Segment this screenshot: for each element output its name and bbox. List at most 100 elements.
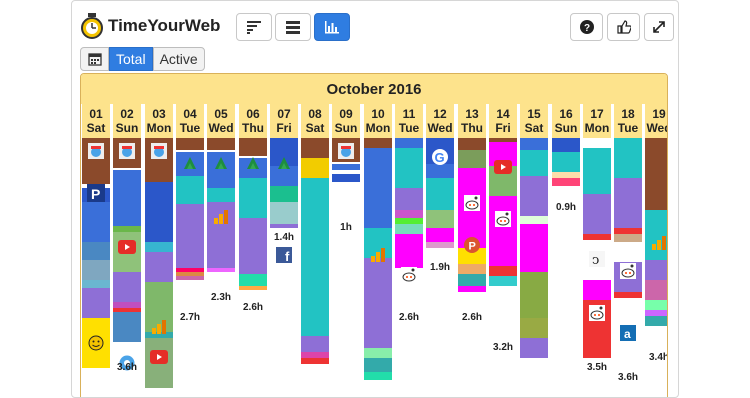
site-segment[interactable] [395,210,423,218]
usage-bar[interactable] [489,138,517,338]
site-segment[interactable] [82,260,110,280]
usage-bar[interactable] [301,138,329,378]
site-segment[interactable] [332,182,360,218]
site-segment[interactable] [583,194,611,234]
site-segment[interactable] [552,152,580,172]
site-segment[interactable] [583,280,611,300]
site-segment[interactable] [239,290,267,298]
usage-bar[interactable]: f [270,138,298,263]
site-segment[interactable] [520,260,548,272]
site-segment[interactable] [239,178,267,218]
site-segment[interactable] [489,266,517,276]
site-segment[interactable] [113,272,141,302]
site-segment[interactable] [364,372,392,380]
site-segment[interactable] [645,138,667,210]
usage-bar[interactable] [520,138,548,358]
site-segment[interactable] [364,138,392,148]
site-segment[interactable] [301,336,329,352]
site-segment[interactable] [520,272,548,298]
site-segment[interactable] [426,164,454,178]
site-segment[interactable] [82,242,110,260]
usage-bar[interactable]: P [458,138,486,308]
site-segment[interactable] [332,174,360,182]
site-segment[interactable] [458,138,486,150]
site-segment[interactable] [614,178,642,228]
site-segment[interactable] [301,138,329,158]
usage-bar[interactable] [645,138,667,348]
site-segment[interactable] [82,280,110,288]
expand-button[interactable] [644,13,674,41]
usage-bar[interactable] [552,138,580,198]
site-segment[interactable] [176,176,204,204]
site-segment[interactable] [113,170,141,226]
usage-bar[interactable] [145,138,173,388]
usage-bar[interactable] [207,138,235,288]
site-segment[interactable] [614,242,642,262]
site-segment[interactable] [301,364,329,378]
site-segment[interactable] [364,358,392,372]
site-segment[interactable] [614,234,642,242]
site-segment[interactable] [458,264,486,274]
site-segment[interactable] [145,252,173,282]
usage-bar[interactable] [113,138,141,371]
usage-bar[interactable] [395,138,423,308]
site-segment[interactable] [458,150,486,168]
site-segment[interactable] [301,178,329,336]
site-segment[interactable] [270,202,298,224]
usage-bar[interactable]: P [82,138,110,368]
usage-bar[interactable] [332,138,360,218]
site-segment[interactable] [583,148,611,194]
site-segment[interactable] [489,286,517,338]
site-segment[interactable] [520,176,548,216]
site-segment[interactable] [520,224,548,260]
site-segment[interactable] [520,138,548,150]
site-segment[interactable] [583,138,611,148]
site-segment[interactable] [113,312,141,342]
site-segment[interactable] [82,202,110,242]
usage-bar[interactable] [239,138,267,298]
chart-button[interactable] [314,13,350,41]
site-segment[interactable] [207,188,235,202]
site-segment[interactable] [645,300,667,310]
site-segment[interactable] [395,224,423,234]
site-segment[interactable] [145,242,173,252]
tab-active[interactable]: Active [152,47,205,71]
site-segment[interactable] [207,138,235,150]
site-segment[interactable] [645,280,667,300]
site-segment[interactable] [520,216,548,224]
site-segment[interactable] [364,258,392,348]
list-button[interactable] [275,13,311,41]
site-segment[interactable] [82,288,110,318]
site-segment[interactable] [645,326,667,348]
site-segment[interactable] [270,224,298,228]
site-segment[interactable] [239,218,267,274]
usage-bar[interactable]: a [614,138,642,368]
site-segment[interactable] [426,248,454,258]
site-segment[interactable] [395,188,423,210]
site-segment[interactable] [301,158,329,178]
sort-button[interactable] [236,13,272,41]
site-segment[interactable] [395,234,423,268]
site-segment[interactable] [364,148,392,228]
site-segment[interactable] [458,274,486,286]
site-segment[interactable] [552,186,580,198]
like-button[interactable] [607,13,640,41]
site-segment[interactable] [489,276,517,286]
usage-bar[interactable] [176,138,204,308]
usage-bar[interactable]: G [426,138,454,258]
site-segment[interactable] [489,196,517,266]
site-segment[interactable] [239,274,267,286]
site-segment[interactable] [426,178,454,210]
usage-bar[interactable] [364,138,392,380]
site-segment[interactable] [176,280,204,308]
site-segment[interactable] [614,138,642,178]
site-segment[interactable] [552,178,580,186]
site-segment[interactable] [176,138,204,150]
site-segment[interactable] [145,182,173,242]
site-segment[interactable] [520,338,548,358]
site-segment[interactable] [645,260,667,280]
site-segment[interactable] [426,210,454,228]
site-segment[interactable] [520,150,548,176]
site-segment[interactable] [395,138,423,148]
calendar-tab[interactable] [80,47,109,71]
